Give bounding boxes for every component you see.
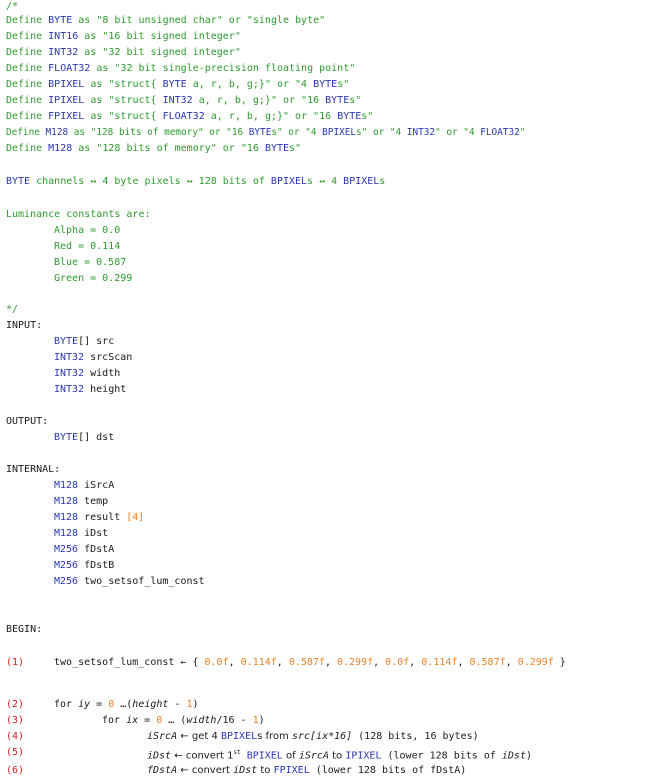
output-label: OUTPUT:	[6, 416, 49, 427]
step-number: (4)	[6, 731, 25, 742]
input-param: INT32 height	[54, 384, 127, 395]
define-line: Define INT16 as "16 bit signed integer"	[6, 31, 241, 42]
internal-label: INTERNAL:	[6, 464, 61, 475]
luminance-title: Luminance constants are:	[6, 209, 151, 220]
define-line: Define M128 as "128 bits of memory" or "…	[6, 143, 302, 154]
internal-var: M256 fDstB	[54, 560, 115, 571]
lum-red: Red = 0.114	[54, 241, 121, 252]
step-number: (1)	[6, 657, 25, 668]
comment-close: */	[6, 304, 19, 315]
input-param: INT32 srcScan	[54, 352, 133, 363]
pseudocode-document: { "comment_open": "/*", "defines": [ {"k…	[0, 0, 653, 782]
lum-alpha: Alpha = 0.0	[54, 225, 121, 236]
step-number: (2)	[6, 699, 25, 710]
comment-open: /*	[6, 1, 19, 12]
step-number: (6)	[6, 765, 25, 776]
step-number: (3)	[6, 715, 25, 726]
output-param: BYTE[] dst	[54, 432, 115, 443]
step-6-line: fDstA ← convert iDst to FPIXEL (lower 12…	[147, 765, 467, 776]
input-param: INT32 width	[54, 368, 121, 379]
internal-var: M256 fDstA	[54, 544, 115, 555]
step-2-line: for iy = 0 …(height - 1)	[54, 699, 199, 710]
step-3-line: for ix = 0 … (width/16 - 1)	[102, 715, 265, 726]
lum-blue: Blue = 0.587	[54, 257, 127, 268]
define-line: Define FPIXEL as "struct{ FLOAT32 a, r, …	[6, 111, 374, 122]
channels-line: BYTE channels ↔ 4 byte pixels ↔ 128 bits…	[6, 176, 386, 187]
internal-var: M128 result [4]	[54, 512, 145, 523]
internal-var: M256 two_setsof_lum_const	[54, 576, 205, 587]
internal-var: M128 temp	[54, 496, 109, 507]
define-line: Define INT32 as "32 bit signed integer"	[6, 47, 241, 58]
step-5-line: iDst ← convert 1st BPIXEL of iSrcA to IP…	[147, 749, 533, 762]
input-label: INPUT:	[6, 320, 43, 331]
define-line: Define BYTE as "8 bit unsigned char" or …	[6, 15, 326, 26]
lum-green: Green = 0.299	[54, 273, 133, 284]
input-param: BYTE[] src	[54, 336, 115, 347]
step-1-line: two_setsof_lum_const ← { 0.0f, 0.114f, 0…	[54, 657, 566, 668]
define-line: Define M128 as "128 bits of memory" or "…	[6, 127, 526, 138]
step-4-line: iSrcA ← get 4 BPIXELs from src[ix*16] (1…	[147, 731, 479, 742]
internal-var: M128 iDst	[54, 528, 109, 539]
define-line: Define IPIXEL as "struct{ INT32 a, r, b,…	[6, 95, 362, 106]
define-line: Define FLOAT32 as "32 bit single-precisi…	[6, 63, 356, 74]
begin-label: BEGIN:	[6, 624, 43, 635]
define-line: Define BPIXEL as "struct{ BYTE a, r, b, …	[6, 79, 350, 90]
step-number: (5)	[6, 747, 25, 758]
internal-var: M128 iSrcA	[54, 480, 115, 491]
